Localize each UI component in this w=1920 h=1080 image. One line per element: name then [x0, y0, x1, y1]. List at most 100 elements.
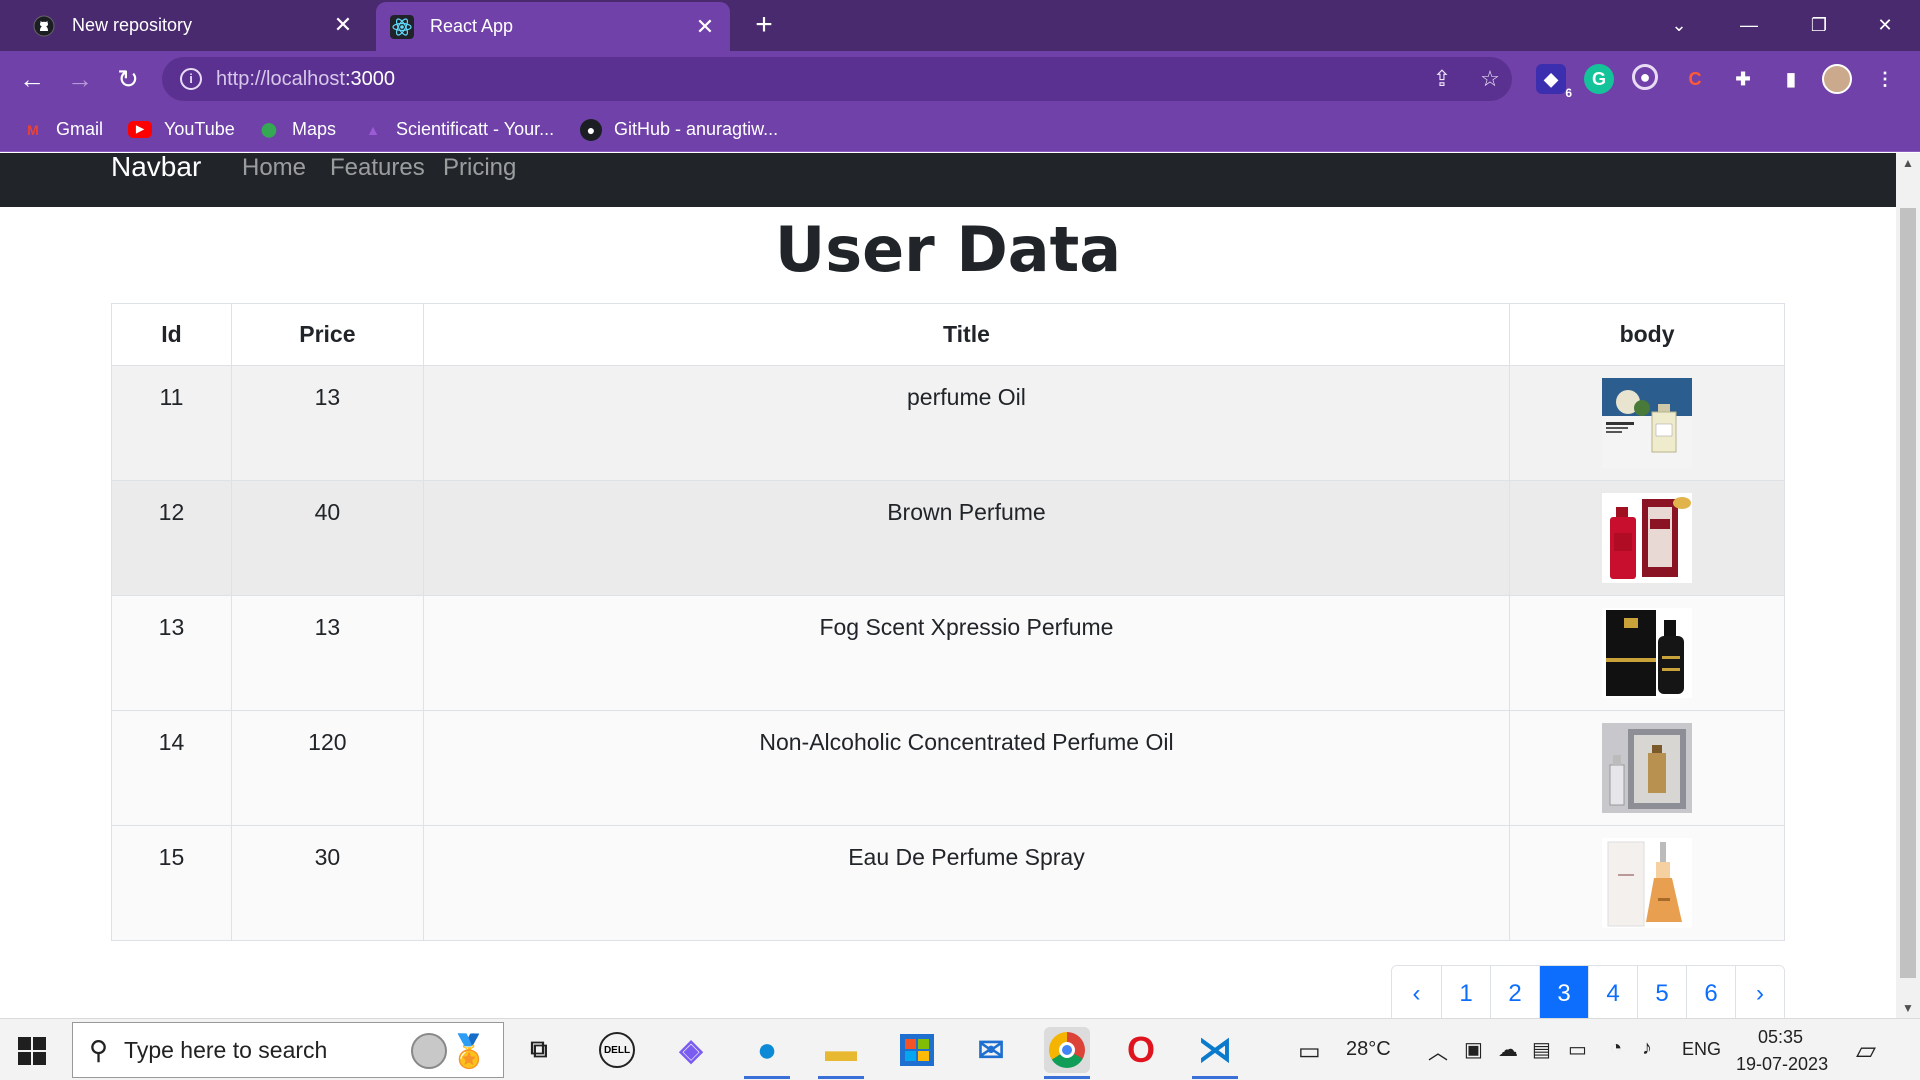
column-header-price: Price — [230, 303, 424, 366]
c-extension-icon[interactable]: C — [1680, 64, 1710, 94]
bookmark-github[interactable]: ● GitHub - anuragtiw... — [580, 107, 778, 152]
profile-avatar[interactable] — [1822, 64, 1852, 94]
table-row: 12 40 Brown Perfume — [111, 480, 1785, 596]
pagination-page-3[interactable]: 3 — [1539, 966, 1588, 1022]
task-view-icon[interactable]: ⧉ — [516, 1027, 562, 1073]
gmail-icon: M — [27, 121, 39, 138]
address-bar[interactable]: i http://localhost:3000 ⇪ ☆ — [162, 57, 1512, 101]
scrollbar-thumb[interactable] — [1900, 208, 1916, 978]
pagination-page-4[interactable]: 4 — [1588, 966, 1637, 1022]
nav-link-pricing[interactable]: Pricing — [443, 155, 516, 181]
notifications-icon[interactable]: ▱ — [1856, 1035, 1876, 1066]
table-row: 15 30 Eau De Perfume Spray — [111, 825, 1785, 941]
extension-icon[interactable]: ◆ 6 — [1536, 64, 1572, 100]
cell-title: Non-Alcoholic Concentrated Perfume Oil — [422, 710, 1511, 826]
cell-body — [1509, 365, 1785, 481]
scroll-down-arrow-icon[interactable]: ▼ — [1896, 998, 1920, 1018]
search-highlight-ball-icon — [411, 1033, 447, 1069]
language-indicator[interactable]: ENG — [1682, 1039, 1721, 1060]
forward-arrow-icon[interactable]: → — [64, 63, 96, 95]
new-tab-button[interactable]: + — [748, 10, 780, 42]
show-hidden-icons-chevron-icon[interactable]: ︿ — [1428, 1036, 1448, 1065]
tab-react-app[interactable]: React App ✕ — [376, 2, 730, 51]
scroll-up-arrow-icon[interactable]: ▲ — [1896, 153, 1920, 173]
onedrive-icon[interactable]: ☁ — [1498, 1037, 1518, 1062]
battery-icon[interactable]: ▭ — [1568, 1037, 1587, 1062]
file-explorer-icon[interactable]: ▬ — [818, 1027, 864, 1079]
cell-id: 12 — [111, 480, 232, 596]
cell-title: perfume Oil — [422, 365, 1511, 481]
page-scrollbar[interactable]: ▲ ▼ — [1896, 153, 1920, 1018]
puzzle-extensions-icon[interactable]: ✚ — [1728, 64, 1758, 94]
pagination-page-1[interactable]: 1 — [1441, 966, 1490, 1022]
concentrated-oil-image — [1602, 723, 1693, 813]
edge-browser-icon[interactable]: ● — [744, 1027, 790, 1079]
back-arrow-icon[interactable]: ← — [16, 63, 48, 95]
pagination: ‹ 1 2 3 4 5 6 › — [1391, 965, 1785, 1023]
search-placeholder: Type here to search — [124, 1036, 328, 1063]
column-header-title: Title — [422, 303, 1511, 366]
youtube-icon: ▶ — [128, 121, 152, 138]
bookmark-youtube[interactable]: ▶ YouTube — [128, 107, 235, 152]
cell-title: Brown Perfume — [422, 480, 1511, 596]
meet-icon[interactable]: ▣ — [1464, 1037, 1483, 1062]
nav-link-home[interactable]: Home — [242, 155, 306, 181]
weather-temp[interactable]: 28°C — [1346, 1038, 1391, 1061]
bookmark-scientificatt[interactable]: ▲ Scientificatt - Your... — [362, 107, 554, 152]
column-header-body: body — [1509, 303, 1785, 366]
dell-icon[interactable]: DELL — [594, 1027, 640, 1073]
navbar-brand[interactable]: Navbar — [111, 153, 201, 181]
pagination-page-5[interactable]: 5 — [1637, 966, 1686, 1022]
display-icon[interactable]: ▤ — [1532, 1037, 1551, 1062]
side-panel-icon[interactable]: ▮ — [1776, 64, 1806, 94]
wifi-icon[interactable]: ◔ — [1610, 1037, 1622, 1060]
pagination-page-2[interactable]: 2 — [1490, 966, 1539, 1022]
weather-icon[interactable]: ▭ — [1298, 1037, 1321, 1066]
vscode-icon[interactable]: ⋊ — [1192, 1027, 1238, 1079]
volume-icon[interactable]: ♪ — [1642, 1037, 1652, 1060]
nav-link-features[interactable]: Features — [330, 155, 425, 181]
pagination-page-6[interactable]: 6 — [1686, 966, 1735, 1022]
table-row: 13 13 Fog Scent Xpressio Perfume — [111, 595, 1785, 711]
share-icon[interactable]: ⇪ — [1430, 67, 1454, 91]
site-info-icon[interactable]: i — [180, 68, 202, 90]
cell-body — [1509, 825, 1785, 941]
user-data-table: Id Price Title body 11 13 perfume Oil 12… — [111, 303, 1785, 941]
github-icon: ● — [580, 118, 602, 141]
windows-start-icon[interactable] — [18, 1037, 46, 1065]
bookmark-star-icon[interactable]: ☆ — [1478, 67, 1502, 91]
restore-button[interactable]: ❐ — [1784, 0, 1854, 51]
bookmark-maps[interactable]: ⬤ Maps — [258, 107, 336, 152]
pagination-prev[interactable]: ‹ — [1392, 966, 1441, 1022]
opera-icon[interactable]: O — [1118, 1027, 1164, 1073]
menu-dots-icon[interactable]: ⋮ — [1870, 64, 1900, 94]
clock-time[interactable]: 05:35 — [1758, 1027, 1803, 1048]
close-window-button[interactable]: ✕ — [1850, 0, 1920, 51]
taskbar-search-box[interactable]: ⚲ Type here to search 🏅 — [72, 1022, 504, 1078]
browser-tab-strip: New repository ✕ React App ✕ + ⌄ — ❐ ✕ — [0, 0, 1920, 51]
cell-title: Eau De Perfume Spray — [422, 825, 1511, 941]
target-extension-icon[interactable]: ● — [1632, 64, 1658, 90]
perfume-oil-image — [1602, 378, 1693, 468]
table-row: 14 120 Non-Alcoholic Concentrated Perfum… — [111, 710, 1785, 826]
chrome-icon[interactable] — [1044, 1027, 1090, 1079]
bookmark-gmail[interactable]: M Gmail — [22, 107, 103, 152]
page-viewport: Navbar Home Features Pricing User Data I… — [0, 153, 1896, 1018]
cell-body — [1509, 480, 1785, 596]
fogg-perfume-image — [1602, 608, 1693, 698]
tab-search-chevron-icon[interactable]: ⌄ — [1644, 0, 1714, 51]
microsoft-store-icon[interactable] — [894, 1027, 940, 1073]
mail-icon[interactable]: ✉ — [968, 1027, 1014, 1073]
close-tab-icon[interactable]: ✕ — [332, 14, 354, 36]
reload-icon[interactable]: ↻ — [112, 63, 144, 95]
minimize-button[interactable]: — — [1714, 0, 1784, 51]
tab-new-repository[interactable]: New repository ✕ — [28, 0, 368, 51]
copilot-icon[interactable]: ◈ — [668, 1027, 714, 1073]
cell-price: 40 — [230, 480, 424, 596]
grammarly-icon[interactable]: G — [1584, 64, 1614, 94]
pagination-next[interactable]: › — [1735, 966, 1784, 1022]
column-header-id: Id — [111, 303, 232, 366]
close-tab-icon[interactable]: ✕ — [694, 16, 716, 38]
clock-date[interactable]: 19-07-2023 — [1736, 1054, 1828, 1075]
cell-body — [1509, 710, 1785, 826]
